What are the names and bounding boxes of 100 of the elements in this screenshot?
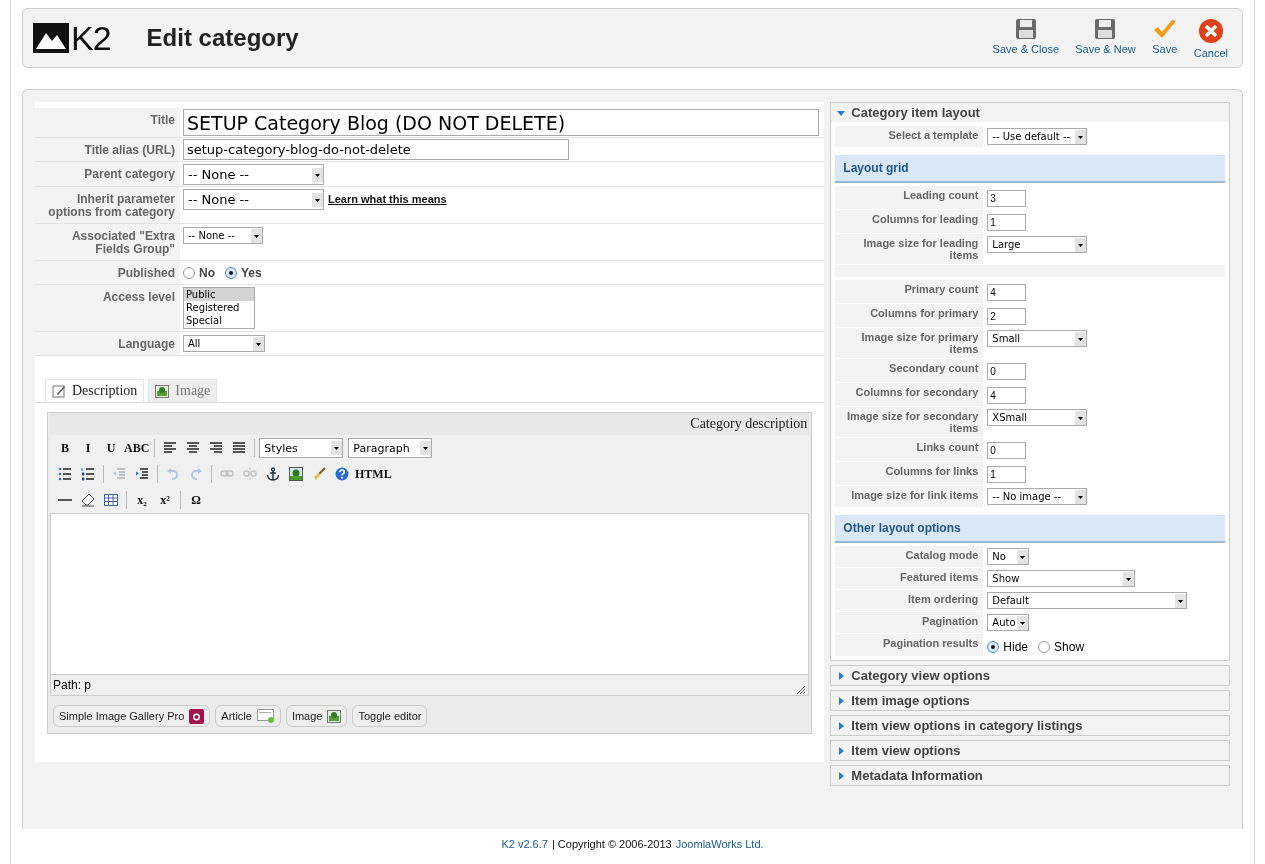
version-link[interactable]: K2 v2.6.7 [501,838,548,850]
select-field[interactable]: Large [987,236,1088,253]
list-option[interactable]: Special [184,314,254,327]
editor-tab[interactable]: Image [148,379,218,402]
align-left-icon [163,441,178,455]
picture-icon [155,384,170,398]
option-label: Columns for links [835,462,984,485]
help-link[interactable]: Learn what this means [328,193,447,205]
radio-button-icon[interactable] [225,267,237,279]
radio-option[interactable]: Yes [225,266,262,280]
list-option[interactable]: Public [184,288,254,301]
section-header[interactable]: Item view options in category listings [831,716,1229,735]
picture-icon [289,467,303,481]
number-input[interactable]: 3 [987,190,1027,207]
number-input[interactable]: 4 [987,387,1027,404]
company-link[interactable]: JoomlaWorks Ltd. [675,838,764,850]
list-option[interactable]: Registered [184,301,254,314]
format-button[interactable]: B [54,438,76,458]
pencil-icon [52,384,66,398]
bulleted-list-icon [58,467,72,481]
format-button[interactable]: HTML [354,464,393,484]
access-listbox[interactable]: Public Registered Special [183,287,255,329]
picture-icon [327,709,342,723]
format-button[interactable]: U [100,438,122,458]
section-header[interactable]: Category item layout [831,103,1229,122]
editor-button[interactable]: Toggle editor [352,705,428,727]
radio-button-icon[interactable] [1038,641,1051,653]
caret-icon [1123,571,1135,586]
format-button[interactable]: ABC [123,438,151,458]
format-button[interactable]: x² [154,490,176,510]
select-field[interactable]: Auto [987,614,1030,631]
number-input[interactable]: 0 [987,363,1027,380]
section-header[interactable]: Metadata Information [831,766,1229,785]
title-input[interactable]: SETUP Category Blog (DO NOT DELETE) [183,109,819,136]
caret-icon [1017,549,1029,564]
caret-icon [1075,129,1087,144]
editor-button[interactable]: Simple Image Gallery Pro [53,705,211,727]
number-input[interactable]: 1 [987,466,1027,483]
subsection-heading: Layout grid [835,155,1225,183]
editor-tab[interactable]: Description [45,379,145,402]
select-field[interactable]: -- None -- [183,164,324,185]
select-field[interactable]: Default [987,592,1188,609]
toolbar-button[interactable]: Save [1147,15,1182,61]
section-header[interactable]: Item image options [831,691,1229,710]
radio-button-icon[interactable] [183,267,195,279]
anchor-icon [266,467,280,481]
toolbar-button[interactable]: Save & New [1071,15,1140,61]
undo-icon [166,467,180,481]
help-icon [335,467,349,481]
select-field[interactable]: No [987,548,1030,565]
field-label: Language [35,332,180,355]
editor-button[interactable]: Article [215,705,281,727]
number-input[interactable]: 1 [987,214,1027,231]
option-label: Featured items [835,568,984,589]
radio-option[interactable]: No [183,266,215,280]
option-label: Item ordering [835,590,984,611]
caret-icon [1075,410,1087,425]
option-label: Columns for primary [835,304,984,327]
select-field[interactable]: XSmall [987,409,1088,426]
section-header[interactable]: Category view options [831,666,1229,685]
format-button[interactable]: x₂ [131,490,153,510]
align-justify-icon [232,441,247,455]
editor-button[interactable]: Image [285,705,348,727]
toolbar-button[interactable]: Cancel [1189,15,1232,61]
caret-icon [1175,593,1187,608]
number-input[interactable]: 2 [987,308,1027,325]
select-field[interactable]: Styles [259,438,344,458]
radio-option[interactable]: Show [1038,640,1085,654]
caret-icon [253,336,264,351]
radio-button-icon[interactable] [987,641,1000,653]
option-label: Leading count [835,186,984,209]
select-field[interactable]: All [183,335,265,352]
select-field[interactable]: -- No image -- [987,488,1088,505]
option-label: Select a template [835,126,984,147]
table-icon [104,493,118,507]
select-field[interactable]: Paragraph [348,438,433,458]
radio-option[interactable]: Hide [987,640,1029,654]
format-button[interactable]: I [77,438,99,458]
select-field[interactable]: -- Use default -- [987,128,1088,145]
format-button[interactable]: Ω [185,490,207,510]
cancel-icon [1197,17,1224,44]
page-title: Edit category [146,24,300,52]
logo-text: K2 [71,21,111,55]
broken-link-icon [243,467,257,481]
alias-input[interactable]: setup-category-blog-do-not-delete [183,139,569,160]
number-input[interactable]: 4 [987,284,1027,301]
align-right-icon [209,441,224,455]
select-field[interactable]: Show [987,570,1136,587]
select-field[interactable]: -- None -- [183,227,263,244]
select-field[interactable]: Small [987,330,1088,347]
section-header[interactable]: Item view options [831,741,1229,760]
number-input[interactable]: 0 [987,442,1027,459]
field-label: Access level [35,285,180,331]
option-label: Primary count [835,280,984,303]
field-label: Title alias (URL) [35,138,180,161]
option-label: Image size for secondary items [835,407,984,437]
option-label: Columns for secondary [835,383,984,406]
toolbar-button[interactable]: Save & Close [988,15,1064,61]
select-field[interactable]: -- None -- [183,189,324,210]
field-label: Title [35,108,180,137]
